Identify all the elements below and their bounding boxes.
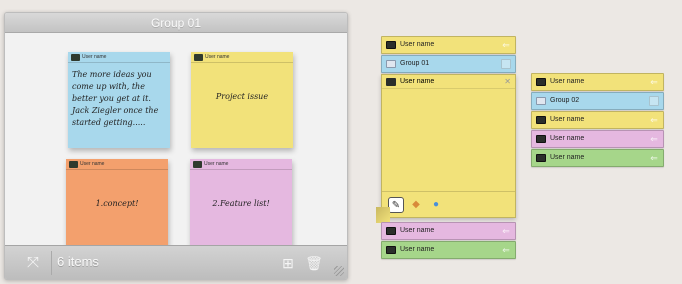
reply-icon[interactable]: ⇐ [649, 115, 659, 125]
note-user: User name [400, 78, 435, 85]
open-note[interactable]: User name ✕ ✎ ◆ ● [376, 74, 516, 223]
reply-icon[interactable]: ⇐ [501, 226, 511, 236]
bar-label: User name [550, 78, 585, 85]
reply-icon[interactable]: ⇐ [649, 153, 659, 163]
sticky-note[interactable]: User name The more ideas you come up wit… [68, 52, 170, 148]
bar-label: User name [400, 41, 435, 48]
trash-icon[interactable]: 🗑 [305, 254, 323, 272]
close-icon[interactable]: ✕ [504, 75, 511, 89]
group-canvas: User name The more ideas you come up wit… [5, 33, 347, 255]
group-bar[interactable]: Group 02 [531, 92, 664, 110]
user-icon [71, 54, 80, 61]
sticky-note[interactable]: User name 2.Feature list! [190, 159, 292, 255]
resize-grip[interactable] [334, 266, 344, 276]
add-note-icon[interactable]: ⊞ [279, 254, 297, 272]
user-icon [69, 161, 78, 168]
note-bar[interactable]: User name ⇐ [531, 149, 664, 167]
note-text: The more ideas you come up with, the bet… [72, 70, 159, 127]
group-bar[interactable]: Group 01 [381, 55, 516, 73]
group-window: Group 01 User name The more ideas you co… [4, 12, 348, 280]
folder-icon [386, 60, 396, 68]
note-user: User name [80, 161, 105, 167]
bar-label: Group 02 [550, 97, 580, 104]
user-icon [536, 78, 546, 86]
bar-label: User name [400, 227, 435, 234]
user-icon [194, 54, 203, 61]
reply-icon[interactable]: ⇐ [501, 40, 511, 50]
note-text: 1.concept! [95, 199, 139, 208]
group-title: Group 01 [5, 13, 347, 33]
sticky-note[interactable]: User name Project issue [191, 52, 293, 148]
collapse-icon[interactable]: ⤧ [25, 255, 41, 271]
user-icon [386, 227, 396, 235]
user-icon [536, 154, 546, 162]
note-bar[interactable]: User name ⇐ [531, 73, 664, 91]
user-icon [536, 116, 546, 124]
color-picker-icon[interactable]: ● [428, 197, 444, 213]
note-text: Project issue [215, 92, 269, 101]
page-curl [376, 207, 390, 223]
note-bar[interactable]: User name ⇐ [381, 222, 516, 240]
reply-icon[interactable]: ⇐ [501, 245, 511, 255]
user-icon [386, 78, 396, 86]
note-bar[interactable]: User name ⇐ [381, 241, 516, 259]
bar-label: User name [550, 135, 585, 142]
note-bar[interactable]: User name ⇐ [381, 36, 516, 54]
user-icon [386, 41, 396, 49]
note-user: User name [204, 161, 229, 167]
bar-label: User name [400, 246, 435, 253]
user-icon [536, 135, 546, 143]
bar-label: User name [550, 154, 585, 161]
item-count: 6 items [57, 254, 99, 269]
note-text: 2.Feature list! [212, 199, 270, 208]
sticky-note[interactable]: User name 1.concept! [66, 159, 168, 255]
user-icon [386, 246, 396, 254]
note-user: User name [205, 54, 230, 60]
expand-icon[interactable] [649, 96, 659, 106]
pen-icon[interactable]: ✎ [388, 197, 404, 213]
user-icon [193, 161, 202, 168]
bar-label: Group 01 [400, 60, 430, 67]
divider [51, 251, 52, 275]
note-bar[interactable]: User name ⇐ [531, 111, 664, 129]
reply-icon[interactable]: ⇐ [649, 77, 659, 87]
folder-icon [536, 97, 546, 105]
note-toolbar: ✎ ◆ ● [382, 191, 515, 217]
group-footer: ⤧ 6 items ⊞ 🗑 [5, 245, 347, 279]
note-user: User name [82, 54, 107, 60]
expand-icon[interactable] [501, 59, 511, 69]
eraser-icon[interactable]: ◆ [408, 197, 424, 213]
bar-label: User name [550, 116, 585, 123]
reply-icon[interactable]: ⇐ [649, 134, 659, 144]
note-bar[interactable]: User name ⇐ [531, 130, 664, 148]
